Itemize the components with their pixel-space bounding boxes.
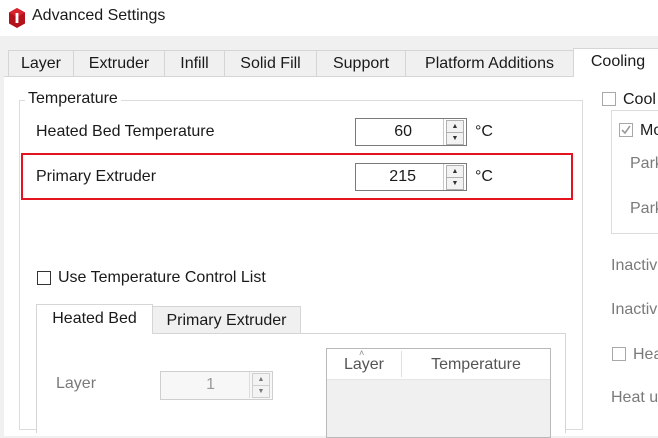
- tab-primary-extruder[interactable]: Primary Extruder: [152, 306, 301, 334]
- use-control-list-label[interactable]: Use Temperature Control List: [58, 269, 266, 287]
- spin-down-icon[interactable]: ▼: [252, 385, 270, 398]
- tab-infill[interactable]: Infill: [164, 50, 225, 76]
- primary-extruder-spin-buttons: ▲ ▼: [443, 164, 466, 190]
- primary-extruder-spinbox[interactable]: 215 ▲ ▼: [355, 163, 467, 191]
- layer-value: 1: [206, 376, 215, 393]
- inactive-label-1: Inactiv: [611, 257, 658, 274]
- app-logo-icon: [9, 8, 25, 28]
- inactive-label-2: Inactiv: [611, 301, 658, 318]
- list-header: Layer ˄ Temperature: [327, 348, 550, 380]
- primary-extruder-unit: °C: [475, 168, 493, 185]
- heated-bed-spin-buttons: ▲ ▼: [443, 119, 466, 145]
- park-label-1: Park: [630, 155, 658, 172]
- hea-label[interactable]: Hea: [633, 346, 658, 364]
- use-control-list-checkbox[interactable]: [37, 271, 51, 285]
- heated-bed-spinbox[interactable]: 60 ▲ ▼: [355, 118, 467, 146]
- layer-spin-buttons: ▲ ▼: [249, 372, 272, 398]
- heated-bed-label: Heated Bed Temperature: [36, 123, 215, 140]
- cool-checkbox[interactable]: [602, 92, 616, 106]
- title-bar: Advanced Settings: [0, 0, 658, 36]
- hea-checkbox[interactable]: [612, 347, 626, 361]
- window-title: Advanced Settings: [32, 7, 166, 24]
- heated-bed-value: 60: [394, 123, 412, 140]
- column-temperature[interactable]: Temperature: [402, 349, 550, 379]
- tab-extruder[interactable]: Extruder: [73, 50, 165, 76]
- spin-down-icon[interactable]: ▼: [446, 132, 464, 145]
- spin-down-icon[interactable]: ▼: [446, 177, 464, 190]
- tab-support[interactable]: Support: [316, 50, 406, 76]
- heat-u-label: Heat u: [611, 389, 658, 406]
- tab-platform-additions[interactable]: Platform Additions: [405, 50, 574, 76]
- primary-extruder-value: 215: [389, 168, 416, 185]
- tab-layer[interactable]: Layer: [8, 50, 74, 76]
- tab-cooling[interactable]: Cooling: [573, 48, 658, 77]
- tab-solid-fill[interactable]: Solid Fill: [224, 50, 317, 76]
- mo-checkbox[interactable]: [619, 123, 633, 137]
- sort-up-icon: ˄: [359, 348, 365, 358]
- temperature-group-title: Temperature: [25, 90, 121, 108]
- heated-bed-unit: °C: [475, 123, 493, 140]
- cool-label[interactable]: Cool: [623, 91, 656, 109]
- mo-label[interactable]: Mo: [640, 122, 658, 140]
- layer-label: Layer: [56, 375, 97, 392]
- layer-spinbox[interactable]: 1 ▲ ▼: [160, 371, 273, 400]
- temperature-list[interactable]: Layer ˄ Temperature: [326, 348, 551, 438]
- tab-heated-bed[interactable]: Heated Bed: [36, 304, 153, 334]
- park-label-2: Park: [630, 200, 658, 217]
- primary-extruder-label: Primary Extruder: [36, 168, 157, 185]
- checkmark-icon: [621, 125, 631, 135]
